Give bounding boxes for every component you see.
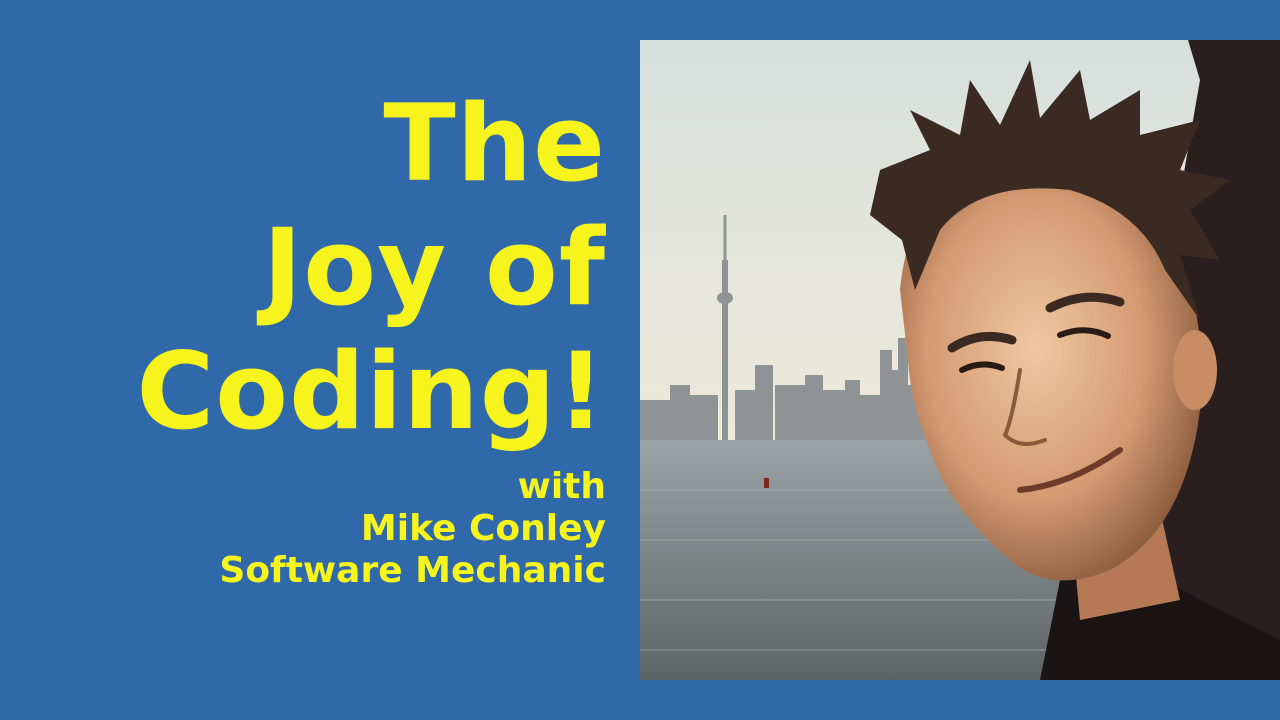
title-line-3: Coding! bbox=[136, 330, 606, 453]
title-line-2: Joy of bbox=[262, 206, 606, 329]
byline-host-role: Software Mechanic bbox=[219, 550, 606, 591]
host-photo bbox=[640, 40, 1280, 680]
title-line-1: The bbox=[383, 82, 606, 205]
host-byline: with Mike Conley Software Mechanic bbox=[219, 466, 606, 592]
show-title: The Joy of Coding! bbox=[136, 82, 606, 454]
byline-host-name: Mike Conley bbox=[360, 508, 606, 549]
byline-with: with bbox=[517, 466, 606, 507]
buoy bbox=[764, 478, 769, 488]
host-photo-illustration bbox=[640, 40, 1280, 680]
